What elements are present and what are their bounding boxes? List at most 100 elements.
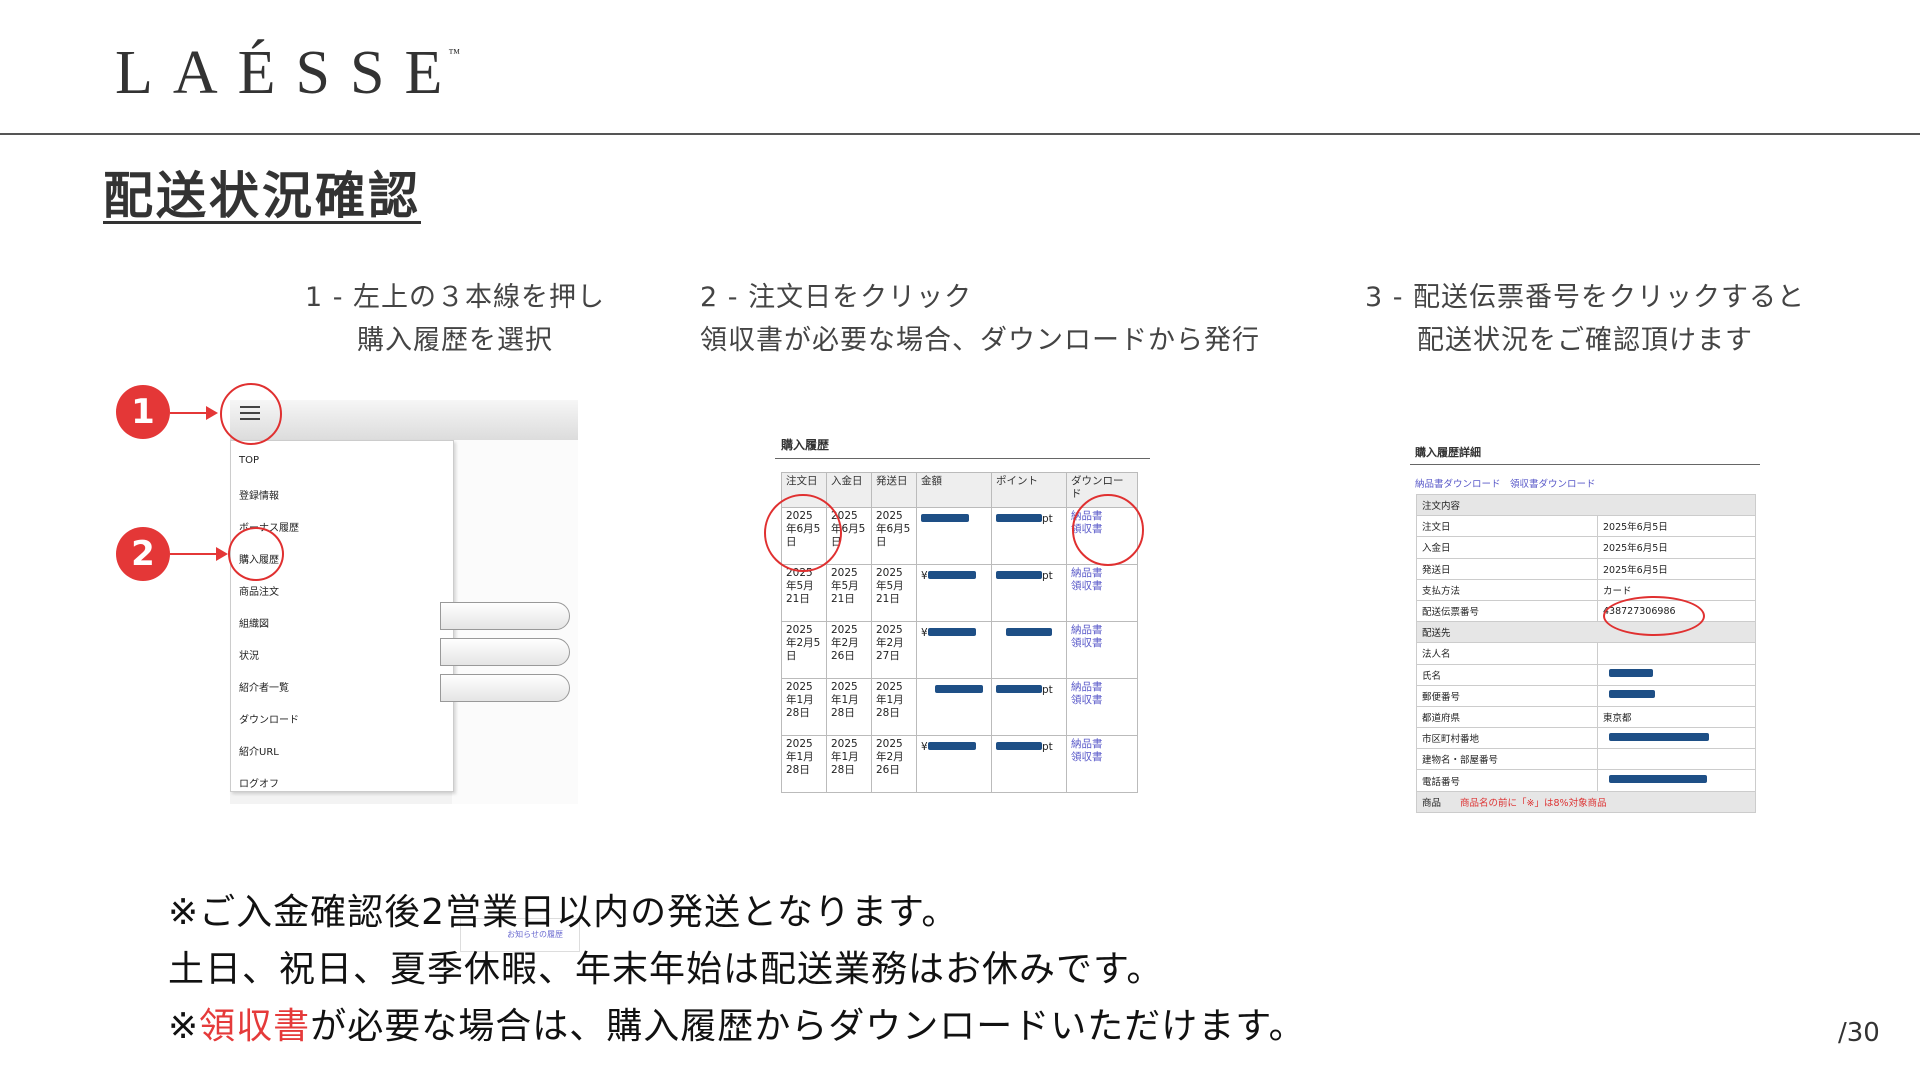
menu-item-order[interactable]: 商品注文 [239, 583, 279, 598]
points-cell [991, 621, 1067, 679]
highlight-circle-order-date [764, 494, 842, 572]
receipt-link[interactable]: 領収書 [1071, 580, 1133, 593]
redaction [1609, 690, 1655, 699]
menu-button-1[interactable] [440, 602, 570, 630]
purchase-detail-table: 注文内容 注文日 2025年6月5日 入金日 2025年6月5日 発送日 2025年6… [1416, 493, 1756, 813]
highlight-circle-tracking [1603, 596, 1705, 636]
points-cell: pt [991, 678, 1067, 736]
amount-cell [916, 678, 992, 736]
step-1-caption: 1 - 左上の３本線を押し 購入履歴を選択 [304, 282, 606, 356]
field-value: 2025年6月5日 [1597, 515, 1756, 538]
order-date-link[interactable]: 2025年5月21日 [781, 564, 827, 622]
field-label: 市区町村番地 [1416, 727, 1598, 750]
redaction [1609, 732, 1709, 741]
highlight-circle-purchase-history [228, 527, 284, 581]
redaction [996, 685, 1042, 693]
redaction [996, 514, 1042, 522]
page-number: /30 [1838, 1018, 1880, 1048]
receipt-link[interactable]: 領収書 [1071, 751, 1133, 764]
col-ship-date: 発送日 [871, 472, 917, 508]
highlight-circle-download [1072, 494, 1144, 566]
paid-date: 2025年5月21日 [826, 564, 872, 622]
order-date-link[interactable]: 2025年2月5日 [781, 621, 827, 679]
section-ship: 配送先 [1416, 621, 1756, 644]
points-cell: pt [991, 564, 1067, 622]
receipt-link[interactable]: 領収書 [1071, 694, 1133, 707]
field-value [1597, 769, 1756, 792]
title-divider [775, 458, 1150, 459]
field-label: 注文日 [1416, 515, 1598, 538]
field-label: 都道府県 [1416, 705, 1598, 729]
field-value [1597, 684, 1756, 707]
menu-item-status[interactable]: 状況 [239, 647, 259, 662]
ship-date: 2025年2月27日 [871, 621, 917, 679]
field-value: 2025年6月5日 [1597, 536, 1756, 559]
menu-item-download[interactable]: ダウンロード [239, 711, 299, 726]
amount-cell: ¥ [916, 735, 992, 793]
field-label: 法人名 [1416, 642, 1598, 665]
field-label: 入金日 [1416, 536, 1598, 559]
redaction [927, 742, 976, 750]
arrow-right-icon [170, 406, 218, 420]
redaction [927, 571, 976, 579]
field-value [1597, 748, 1756, 771]
menu-item-top[interactable]: TOP [239, 455, 259, 466]
order-date-link[interactable]: 2025年1月28日 [781, 735, 827, 793]
redaction [935, 685, 983, 693]
redaction [1609, 669, 1653, 678]
header-divider [0, 133, 1920, 135]
invoice-link[interactable]: 納品書 [1071, 624, 1133, 637]
screenshot-purchase-detail: 購入履歴詳細 納品書ダウンロード 領収書ダウンロード 注文内容 注文日 2025年… [1410, 440, 1760, 835]
menu-item-logoff[interactable]: ログオフ [239, 775, 279, 790]
arrow-right-icon [170, 547, 228, 561]
download-cell: 納品書 領収書 [1066, 621, 1138, 679]
menu-item-org-chart[interactable]: 組織図 [239, 615, 269, 630]
notes: ※ご入金確認後2営業日以内の発送となります。 土日、祝日、夏季休暇、年末年始は配… [168, 884, 1306, 1055]
paid-date: 2025年1月28日 [826, 678, 872, 736]
points-cell: pt [991, 507, 1067, 565]
menu-item-referrals[interactable]: 紹介者一覧 [239, 679, 289, 694]
col-amount: 金額 [916, 472, 992, 508]
table-row: 2025年1月28日 2025年1月28日 2025年1月28日 pt 納品書領… [781, 678, 1138, 736]
menu-button-3[interactable] [440, 674, 570, 702]
download-cell: 納品書 領収書 [1066, 564, 1138, 622]
table-row: 2025年1月28日 2025年1月28日 2025年2月26日 ¥ pt 納品… [781, 735, 1138, 793]
download-cell: 納品書 領収書 [1066, 735, 1138, 793]
amount-cell: ¥ [916, 621, 992, 679]
ship-date: 2025年2月26日 [871, 735, 917, 793]
highlight-circle-hamburger [220, 383, 282, 445]
download-links[interactable]: 納品書ダウンロード 領収書ダウンロード [1415, 476, 1596, 490]
ship-date: 2025年1月28日 [871, 678, 917, 736]
invoice-link[interactable]: 納品書 [1071, 567, 1133, 580]
title-divider [1410, 464, 1760, 465]
order-date-link[interactable]: 2025年1月28日 [781, 678, 827, 736]
download-cell: 納品書 領収書 [1066, 678, 1138, 736]
points-cell: pt [991, 735, 1067, 793]
purchase-history-title: 購入履歴 [781, 438, 830, 452]
table-row: 2025年5月21日 2025年5月21日 2025年5月21日 ¥ pt 納品… [781, 564, 1138, 622]
field-value [1597, 727, 1756, 750]
col-paid-date: 入金日 [826, 472, 872, 508]
app-top-bar [230, 400, 578, 440]
menu-item-profile[interactable]: 登録情報 [239, 487, 279, 502]
field-value: 東京都 [1597, 705, 1756, 729]
section-product: 商品 商品名の前に「※」は8%対象商品 [1416, 790, 1756, 813]
field-label: 発送日 [1416, 557, 1598, 580]
redaction [1006, 628, 1052, 636]
step-badge-1: 1 [116, 385, 170, 439]
receipt-link[interactable]: 領収書 [1071, 637, 1133, 650]
menu-item-referral-url[interactable]: 紹介URL [239, 743, 279, 758]
redaction [996, 571, 1042, 579]
invoice-link[interactable]: 納品書 [1071, 738, 1133, 751]
redaction [996, 742, 1042, 750]
note-line-2: 土日、祝日、夏季休暇、年末年始は配送業務はお休みです。 [168, 949, 1164, 990]
invoice-link[interactable]: 納品書 [1071, 681, 1133, 694]
purchase-detail-title: 購入履歴詳細 [1415, 446, 1481, 459]
ship-date: 2025年5月21日 [871, 564, 917, 622]
field-value: 2025年6月5日 [1597, 557, 1756, 580]
note-line-1: ※ご入金確認後2営業日以内の発送となります。 [168, 892, 959, 933]
note-line-3: ※領収書が必要な場合は、購入履歴からダウンロードいただけます。 [168, 1006, 1306, 1047]
screenshot-purchase-history: 購入履歴 注文日 入金日 発送日 金額 ポイント ダウンロード 2025年6月5… [775, 430, 1150, 835]
menu-button-2[interactable] [440, 638, 570, 666]
step-badge-2: 2 [116, 527, 170, 581]
